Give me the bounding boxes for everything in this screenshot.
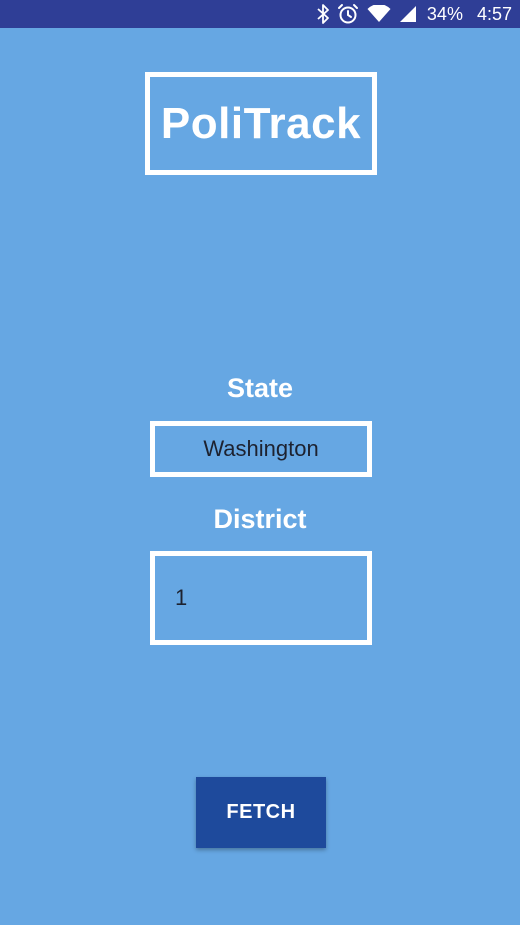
- district-input[interactable]: [150, 551, 372, 645]
- app-title: PoliTrack: [145, 72, 377, 175]
- clock: 4:57: [476, 3, 512, 24]
- alarm-icon: [337, 0, 359, 28]
- wifi-icon: [367, 0, 391, 28]
- battery-percentage: 34%: [426, 3, 463, 24]
- fetch-button[interactable]: FETCH: [196, 777, 326, 848]
- bluetooth-icon: [317, 0, 329, 28]
- state-label: State: [226, 373, 294, 403]
- state-input[interactable]: [150, 421, 372, 477]
- signal-icon: [399, 0, 417, 28]
- status-bar: 34% 4:57: [0, 0, 520, 28]
- district-label: District: [213, 504, 307, 534]
